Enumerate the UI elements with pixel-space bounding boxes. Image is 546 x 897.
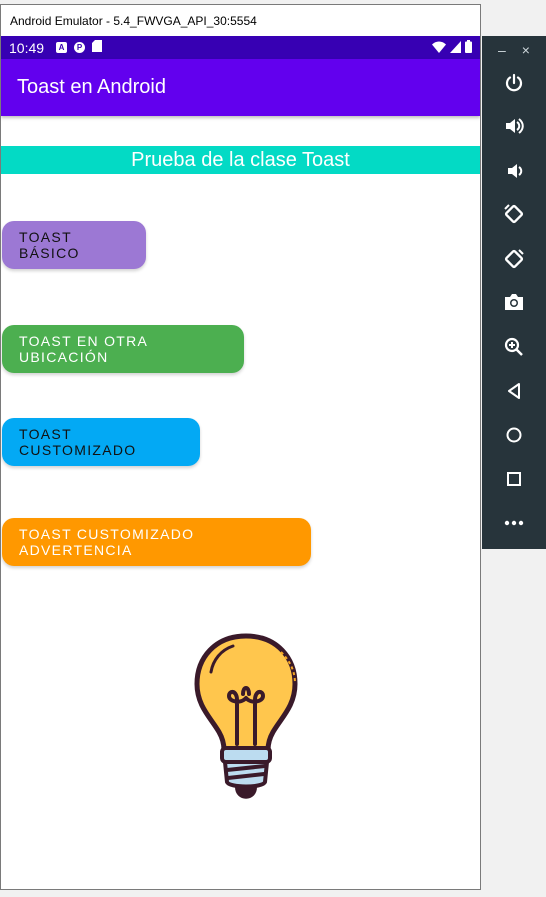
emulator-toolbar: – ×: [482, 36, 546, 549]
overview-button[interactable]: [482, 464, 546, 494]
back-icon: [508, 383, 520, 399]
header-text: Prueba de la clase Toast: [1, 146, 480, 174]
close-button[interactable]: ×: [522, 42, 530, 58]
volume-down-icon: [508, 164, 523, 178]
screenshot-button[interactable]: [482, 287, 546, 317]
volume-down-button[interactable]: [482, 156, 546, 186]
window-title: Android Emulator - 5.4_FWVGA_API_30:5554: [10, 13, 257, 28]
volume-up-button[interactable]: [482, 111, 546, 141]
more-button[interactable]: [482, 508, 546, 538]
rotate-left-button[interactable]: [482, 199, 546, 229]
rotate-right-button[interactable]: [482, 244, 546, 274]
toast-advertencia-label: TOAST CUSTOMIZADO ADVERTENCIA: [19, 526, 195, 558]
more-icon: [504, 520, 524, 526]
home-button[interactable]: [482, 420, 546, 450]
power-icon: [505, 73, 523, 92]
status-time: 10:49: [9, 39, 45, 56]
minimize-button[interactable]: –: [498, 42, 506, 58]
overview-icon: [507, 472, 521, 486]
emulator-window: Android Emulator - 5.4_FWVGA_API_30:5554…: [0, 4, 481, 890]
app-bar: Toast en Android: [1, 59, 480, 116]
app-title: Toast en Android: [17, 76, 166, 98]
a-icon: A: [56, 42, 68, 53]
signal-icon: [450, 40, 461, 53]
sd-card-icon: [92, 39, 103, 57]
window-titlebar[interactable]: Android Emulator - 5.4_FWVGA_API_30:5554: [1, 5, 480, 36]
toolbar-window-controls: – ×: [482, 36, 546, 58]
toast-basico-button[interactable]: TOAST BÁSICO: [2, 221, 146, 269]
rotate-right-icon: [504, 249, 524, 269]
status-right-icons: [432, 40, 472, 53]
rotate-left-icon: [504, 204, 524, 224]
camera-icon: [505, 294, 523, 310]
toast-advertencia-button[interactable]: TOAST CUSTOMIZADO ADVERTENCIA: [2, 518, 311, 566]
home-icon: [506, 427, 522, 443]
toast-basico-label: TOAST BÁSICO: [19, 229, 80, 261]
status-bar: 10:49 A P: [1, 36, 480, 59]
p-icon: P: [74, 42, 86, 53]
toast-ubicacion-button[interactable]: TOAST EN OTRA UBICACIÓN: [2, 325, 244, 373]
zoom-button[interactable]: [482, 332, 546, 362]
volume-up-icon: [506, 118, 524, 134]
toast-customizado-button[interactable]: TOAST CUSTOMIZADO: [2, 418, 200, 466]
zoom-icon: [504, 337, 523, 356]
toast-customizado-label: TOAST CUSTOMIZADO: [19, 426, 137, 458]
toast-ubicacion-label: TOAST EN OTRA UBICACIÓN: [19, 333, 148, 365]
wifi-icon: [432, 41, 446, 53]
lightbulb-icon: [194, 633, 298, 799]
android-screen: 10:49 A P Toast en Android Prueba de la …: [1, 36, 480, 889]
power-button[interactable]: [482, 68, 546, 98]
battery-icon: [465, 40, 472, 53]
back-button[interactable]: [482, 376, 546, 406]
